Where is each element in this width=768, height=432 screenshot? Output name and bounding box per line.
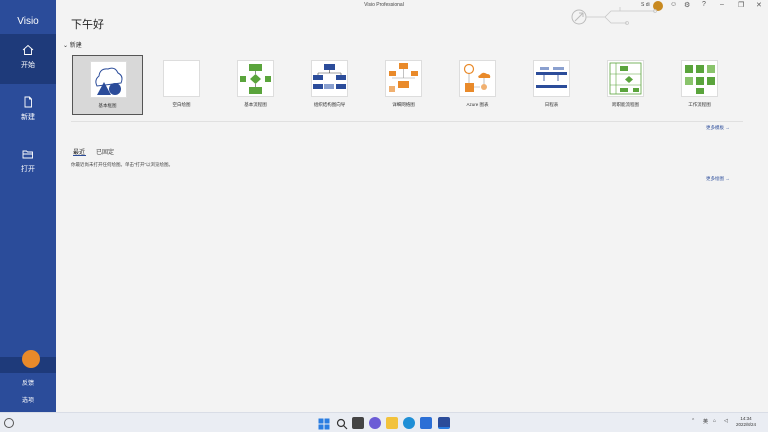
template-thumbnail	[385, 60, 422, 97]
template-thumbnail	[533, 60, 570, 97]
template-timeline[interactable]: 日程表	[516, 55, 587, 115]
settings-icon[interactable]: ⚙	[684, 1, 690, 9]
chevron-up-icon[interactable]: ⌃	[691, 418, 695, 424]
template-thumbnail	[163, 60, 200, 97]
sidebar-item-label: 打开	[21, 166, 35, 173]
template-basic-block[interactable]: 基本框图	[72, 55, 143, 115]
template-thumbnail	[237, 60, 274, 97]
template-label: 空白绘图	[172, 102, 191, 107]
sidebar: Visio 开始 新建 打开 反馈 选项	[0, 0, 56, 412]
sidebar-item-options[interactable]: 选项	[0, 395, 56, 404]
sidebar-item-label: 新建	[21, 114, 35, 121]
template-basic-flowchart[interactable]: 基本流程图	[220, 55, 291, 115]
template-label: 基本流程图	[244, 102, 267, 107]
sidebar-item-new[interactable]: 新建	[0, 86, 56, 136]
template-label: 日程表	[544, 102, 559, 107]
template-label: Azure 图表	[466, 102, 489, 107]
greeting-heading: 下午好	[71, 19, 104, 31]
recent-empty-message: 你最近尚未打开任何绘图。单击“打开”以浏览绘图。	[71, 162, 173, 167]
home-icon	[22, 44, 34, 55]
template-org-chart-wizard[interactable]: 组织结构图向导	[294, 55, 365, 115]
taskbar: ⌃ 英 ⌂ ◁ 14:34 2022/8/24	[0, 412, 768, 432]
more-drawings-link[interactable]: 更多绘图 →	[706, 176, 730, 182]
visio-taskbar-icon[interactable]	[438, 417, 450, 429]
template-thumbnail	[607, 60, 644, 97]
template-azure-diagram[interactable]: Azure 图表	[442, 55, 513, 115]
template-label: 组织结构图向导	[313, 102, 346, 107]
template-detailed-network[interactable]: 详细网络图	[368, 55, 439, 115]
chevron-down-icon: ⌄	[63, 43, 70, 49]
more-templates-link[interactable]: 更多模板 →	[706, 125, 730, 131]
new-section-header[interactable]: ⌄ 新建	[63, 40, 82, 49]
clock-date: 2022/8/24	[736, 422, 757, 427]
template-label: 工作流程图	[688, 102, 711, 107]
sidebar-item-open[interactable]: 打开	[0, 138, 56, 188]
file-explorer-icon[interactable]	[386, 417, 398, 429]
widgets-icon[interactable]	[4, 418, 14, 428]
new-file-icon	[24, 96, 32, 108]
help-icon[interactable]: ?	[702, 1, 706, 8]
sidebar-item-label: 开始	[21, 62, 35, 69]
feedback-smiley-icon[interactable]: ☺	[670, 1, 677, 8]
circuit-decoration	[571, 7, 657, 25]
search-icon[interactable]	[336, 417, 348, 430]
system-clock[interactable]: 14:34 2022/8/24	[736, 416, 756, 428]
edge-icon[interactable]	[403, 417, 415, 429]
input-language[interactable]: 英	[703, 418, 708, 425]
avatar[interactable]	[22, 350, 40, 368]
minimize-icon[interactable]: –	[720, 1, 724, 8]
template-label: 详细网络图	[392, 102, 415, 107]
store-icon[interactable]	[420, 417, 432, 429]
close-icon[interactable]: ✕	[756, 1, 762, 9]
template-thumbnail	[90, 61, 127, 98]
start-icon[interactable]	[318, 417, 330, 430]
template-thumbnail	[459, 60, 496, 97]
new-section-label: 新建	[69, 43, 82, 49]
template-blank[interactable]: 空白绘图	[146, 55, 217, 115]
task-view-icon[interactable]	[352, 417, 364, 429]
sidebar-item-feedback[interactable]: 反馈	[0, 378, 56, 387]
template-workflow-diagram[interactable]: 工作流程图	[664, 55, 735, 115]
sidebar-item-home[interactable]: 开始	[0, 34, 56, 84]
tab-pinned[interactable]: 已固定	[96, 147, 114, 156]
network-icon[interactable]: ⌂	[713, 418, 716, 424]
restore-icon[interactable]: ❐	[738, 1, 744, 9]
template-label: 基本框图	[98, 103, 117, 108]
app-name: Visio	[17, 16, 39, 27]
template-label: 跨职能流程图	[612, 102, 639, 107]
template-thumbnail	[681, 60, 718, 97]
template-thumbnail	[311, 60, 348, 97]
template-cross-functional-flowchart[interactable]: 跨职能流程图	[590, 55, 661, 115]
tab-recent-underline	[73, 155, 86, 156]
folder-open-icon	[22, 150, 33, 159]
divider	[71, 121, 743, 122]
chat-icon[interactable]	[369, 417, 381, 429]
volume-icon[interactable]: ◁	[724, 418, 728, 424]
